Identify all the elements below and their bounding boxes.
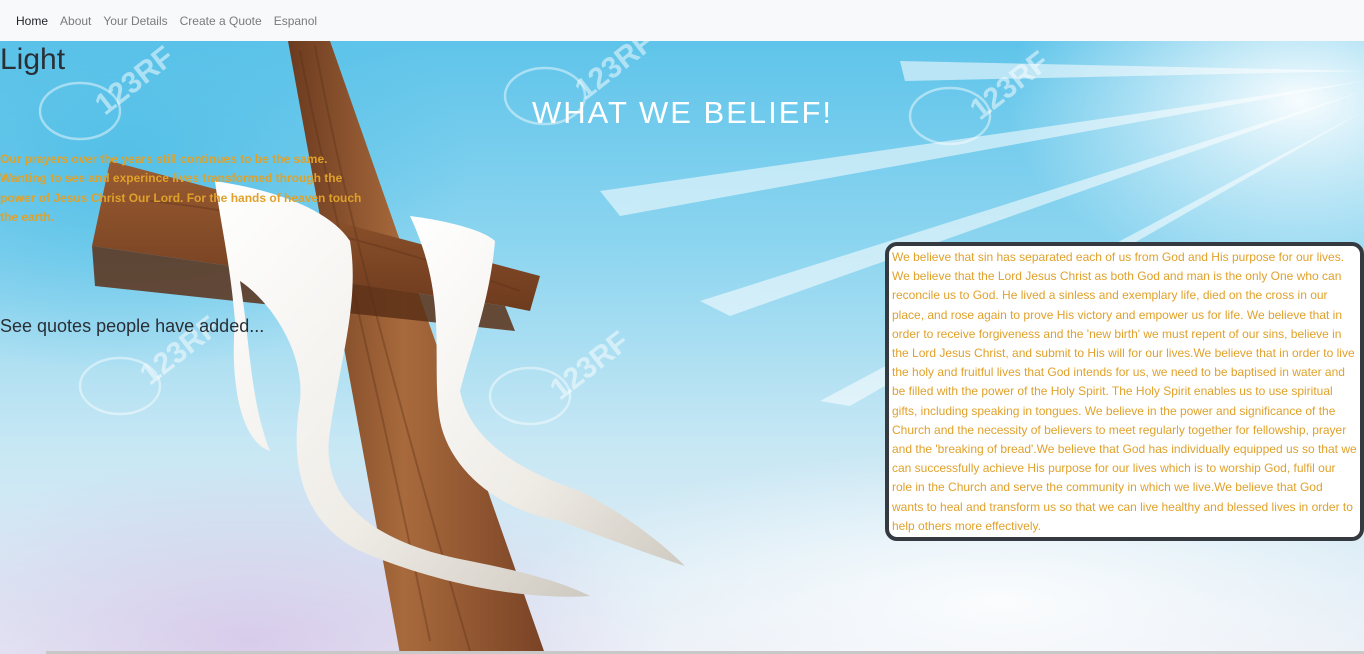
belief-text: We believe that sin has separated each o… — [892, 250, 1357, 533]
belief-text-box: We believe that sin has separated each o… — [885, 242, 1364, 541]
nav-home-link[interactable]: Home — [16, 14, 48, 28]
brand-title: Light — [0, 43, 66, 76]
top-navbar: Home About Your Details Create a Quote E… — [0, 0, 1364, 41]
watermark-text-5: 123RF — [544, 325, 635, 406]
watermark-text-1: 123RF — [89, 41, 180, 122]
watermark-text-3: 123RF — [964, 45, 1055, 126]
see-quotes-link[interactable]: See quotes people have added... — [0, 316, 264, 337]
hero-section: 123RF 123RF 123RF 123RF 123RF Light WHAT… — [0, 41, 1364, 654]
nav-about-link[interactable]: About — [60, 14, 91, 28]
nav-create-quote-link[interactable]: Create a Quote — [180, 14, 262, 28]
prayer-text: Our prayers over the years still continu… — [0, 152, 362, 224]
nav-espanol-link[interactable]: Espanol — [274, 14, 317, 28]
page-headline: WHAT WE BELIEF! — [532, 95, 833, 130]
nav-your-details-link[interactable]: Your Details — [103, 14, 167, 28]
